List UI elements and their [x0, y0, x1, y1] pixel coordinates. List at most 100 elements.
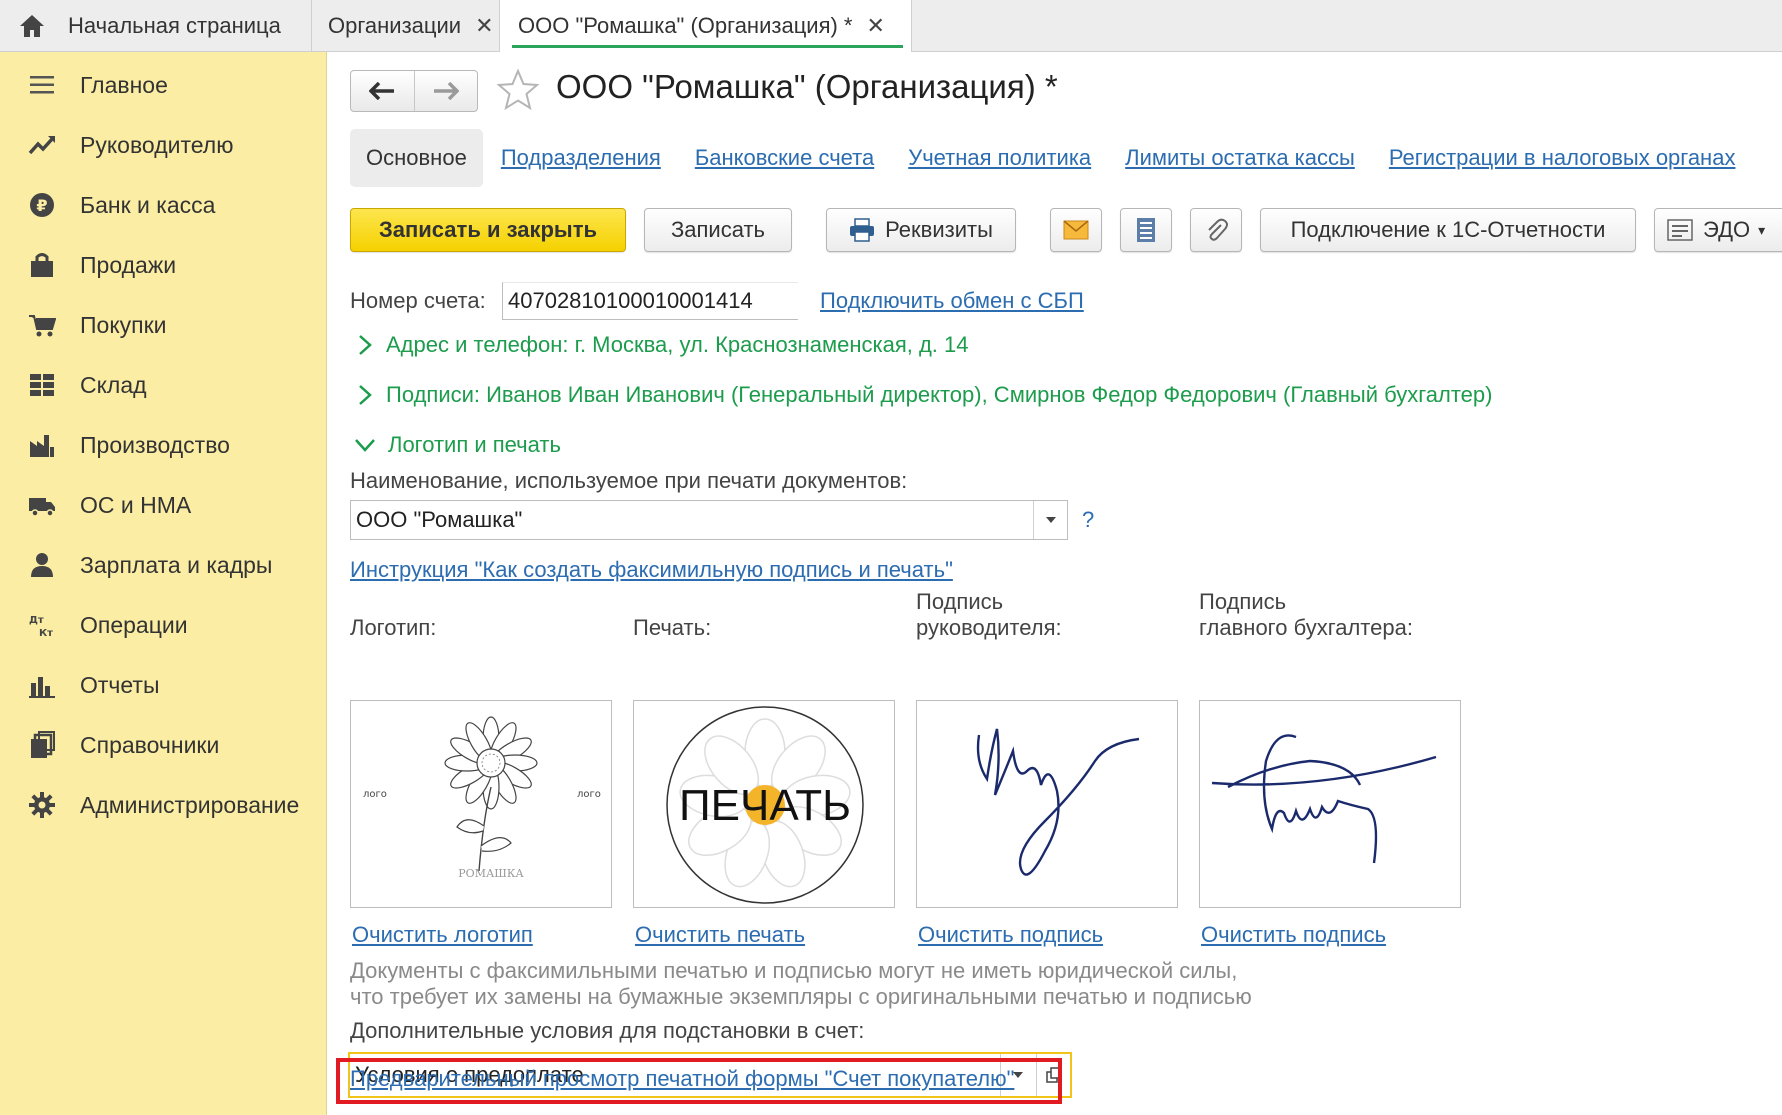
- clear-logo-link[interactable]: Очистить логотип: [352, 922, 533, 948]
- sidebar-item-main[interactable]: Главное: [0, 60, 327, 110]
- print-name-value: ООО "Ромашка": [356, 507, 523, 532]
- email-button[interactable]: [1050, 208, 1102, 252]
- print-name-label: Наименование, используемое при печати до…: [350, 468, 908, 493]
- sidebar-item-directories[interactable]: Справочники: [0, 720, 327, 770]
- chevron-right-icon: [359, 335, 372, 355]
- stamp-image: ПЕЧАТЬ: [666, 706, 864, 904]
- books-icon: [27, 730, 57, 760]
- daisy-logo-image: лого лого РОМАШКА: [363, 716, 601, 880]
- director-signature-label-line2: руководителя:: [916, 615, 1062, 640]
- back-button[interactable]: [351, 71, 415, 111]
- star-icon[interactable]: [496, 68, 540, 112]
- menu-icon: [27, 70, 57, 100]
- section-tabs: Основное Подразделения Банковские счета …: [350, 128, 1769, 188]
- sidebar-item-label: Производство: [80, 431, 230, 458]
- facsimile-warning: Документы с факсимильными печатью и подп…: [350, 958, 1252, 1010]
- tab-organizations-label: Организации: [328, 13, 462, 38]
- tab-home[interactable]: Начальная страница: [0, 0, 312, 52]
- forward-button[interactable]: [415, 71, 478, 111]
- tab-organizations[interactable]: Организации ✕: [312, 0, 500, 52]
- group-address-title: Адрес и телефон: г. Москва, ул. Краснозн…: [386, 332, 969, 357]
- cart-icon: [27, 310, 57, 340]
- tab-bank-accounts[interactable]: Банковские счета: [695, 145, 874, 171]
- person-icon: [27, 550, 57, 580]
- tab-home-label: Начальная страница: [68, 13, 281, 38]
- list-icon: [1137, 218, 1155, 242]
- director-signature-image: [976, 728, 1140, 876]
- svg-text:₽: ₽: [36, 196, 47, 215]
- tab-cash-limits[interactable]: Лимиты остатка кассы: [1125, 145, 1355, 171]
- chevron-right-icon: [359, 385, 372, 405]
- sidebar-item-label: Склад: [80, 371, 147, 398]
- documents-button[interactable]: [1120, 208, 1172, 252]
- edo-icon: [1667, 219, 1693, 241]
- group-logo-stamp[interactable]: Логотип и печать: [354, 432, 561, 458]
- clear-stamp-link[interactable]: Очистить печать: [635, 922, 805, 948]
- sidebar: Главное Руководителю ₽ Банк и касса Прод…: [0, 52, 327, 1115]
- accountant-signature-image: [1211, 734, 1437, 864]
- connect-1c-reporting-button[interactable]: Подключение к 1С-Отчетности: [1260, 208, 1636, 252]
- printer-icon: [850, 218, 875, 242]
- attachments-button[interactable]: [1190, 208, 1242, 252]
- sidebar-item-bank[interactable]: ₽ Банк и касса: [0, 180, 327, 230]
- preview-invoice-link[interactable]: Предварительный просмотр печатной формы …: [350, 1066, 1014, 1092]
- tab-accounting-policy[interactable]: Учетная политика: [908, 145, 1091, 171]
- sidebar-item-operations[interactable]: Дт Кт Операции: [0, 600, 327, 650]
- svg-text:Кт: Кт: [39, 628, 53, 639]
- accountant-signature-box[interactable]: [1199, 700, 1461, 908]
- group-address[interactable]: Адрес и телефон: г. Москва, ул. Краснозн…: [356, 332, 969, 358]
- logo-side-text-right: лого: [577, 789, 601, 800]
- tab-active-label: ООО "Ромашка" (Организация) *: [518, 13, 853, 38]
- sidebar-item-fixed-assets[interactable]: ОС и НМА: [0, 480, 327, 530]
- sidebar-item-reports[interactable]: Отчеты: [0, 660, 327, 710]
- requisites-label: Реквизиты: [885, 217, 993, 242]
- account-number-field[interactable]: 40702810100010001414: [502, 282, 798, 320]
- stamp-image-box[interactable]: ПЕЧАТЬ: [633, 700, 895, 908]
- edo-button[interactable]: ЭДО ▾: [1654, 208, 1782, 252]
- accountant-signature-label-line1: Подпись: [1199, 589, 1287, 614]
- tab-organization-romashka[interactable]: ООО "Ромашка" (Организация) * ✕: [500, 0, 912, 52]
- requisites-button[interactable]: Реквизиты: [826, 208, 1016, 252]
- director-signature-box[interactable]: [916, 700, 1178, 908]
- sidebar-item-label: Руководителю: [80, 131, 234, 158]
- chevron-down-icon: [355, 439, 375, 452]
- tab-tax-registrations[interactable]: Регистрации в налоговых органах: [1389, 145, 1736, 171]
- dropdown-button[interactable]: [1033, 501, 1067, 539]
- sidebar-item-label: Справочники: [80, 731, 220, 758]
- director-signature-label-line1: Подпись: [916, 589, 1004, 614]
- sidebar-item-purchases[interactable]: Покупки: [0, 300, 327, 350]
- save-and-close-button[interactable]: Записать и закрыть: [350, 208, 626, 252]
- tab-main[interactable]: Основное: [350, 129, 483, 187]
- logo-image-box[interactable]: лого лого РОМАШКА: [350, 700, 612, 908]
- save-button[interactable]: Записать: [644, 208, 792, 252]
- sidebar-item-manager[interactable]: Руководителю: [0, 120, 327, 170]
- sidebar-item-sales[interactable]: Продажи: [0, 240, 327, 290]
- help-icon[interactable]: ?: [1082, 507, 1094, 533]
- sidebar-item-label: Администрирование: [80, 791, 300, 818]
- truck-icon: [27, 490, 57, 520]
- close-icon[interactable]: ✕: [867, 13, 885, 39]
- stamp-label: Печать:: [633, 615, 712, 640]
- sidebar-item-production[interactable]: Производство: [0, 420, 327, 470]
- sidebar-item-warehouse[interactable]: Склад: [0, 360, 327, 410]
- group-logo-stamp-title: Логотип и печать: [388, 432, 561, 457]
- close-icon[interactable]: ✕: [475, 13, 493, 39]
- edo-label: ЭДО: [1703, 217, 1751, 242]
- clear-accountant-signature-link[interactable]: Очистить подпись: [1201, 922, 1386, 948]
- clear-director-signature-link[interactable]: Очистить подпись: [918, 922, 1103, 948]
- tab-departments[interactable]: Подразделения: [501, 145, 661, 171]
- sidebar-item-label: Операции: [80, 611, 188, 638]
- print-name-field[interactable]: ООО "Ромашка": [350, 500, 1068, 540]
- sidebar-item-administration[interactable]: Администрирование: [0, 780, 327, 830]
- grid-icon: [27, 370, 57, 400]
- sbp-link[interactable]: Подключить обмен с СБП: [820, 288, 1084, 314]
- svg-text:Дт: Дт: [29, 615, 44, 626]
- home-icon: [20, 15, 44, 37]
- trend-icon: [27, 130, 57, 160]
- stamp-text: ПЕЧАТЬ: [679, 781, 851, 830]
- instruction-link[interactable]: Инструкция "Как создать факсимильную под…: [350, 557, 953, 583]
- gear-icon: [27, 790, 57, 820]
- sidebar-item-salary[interactable]: Зарплата и кадры: [0, 540, 327, 590]
- accountant-signature-label: Подпись главного бухгалтера:: [1199, 589, 1413, 641]
- group-signatures[interactable]: Подписи: Иванов Иван Иванович (Генеральн…: [356, 382, 1492, 408]
